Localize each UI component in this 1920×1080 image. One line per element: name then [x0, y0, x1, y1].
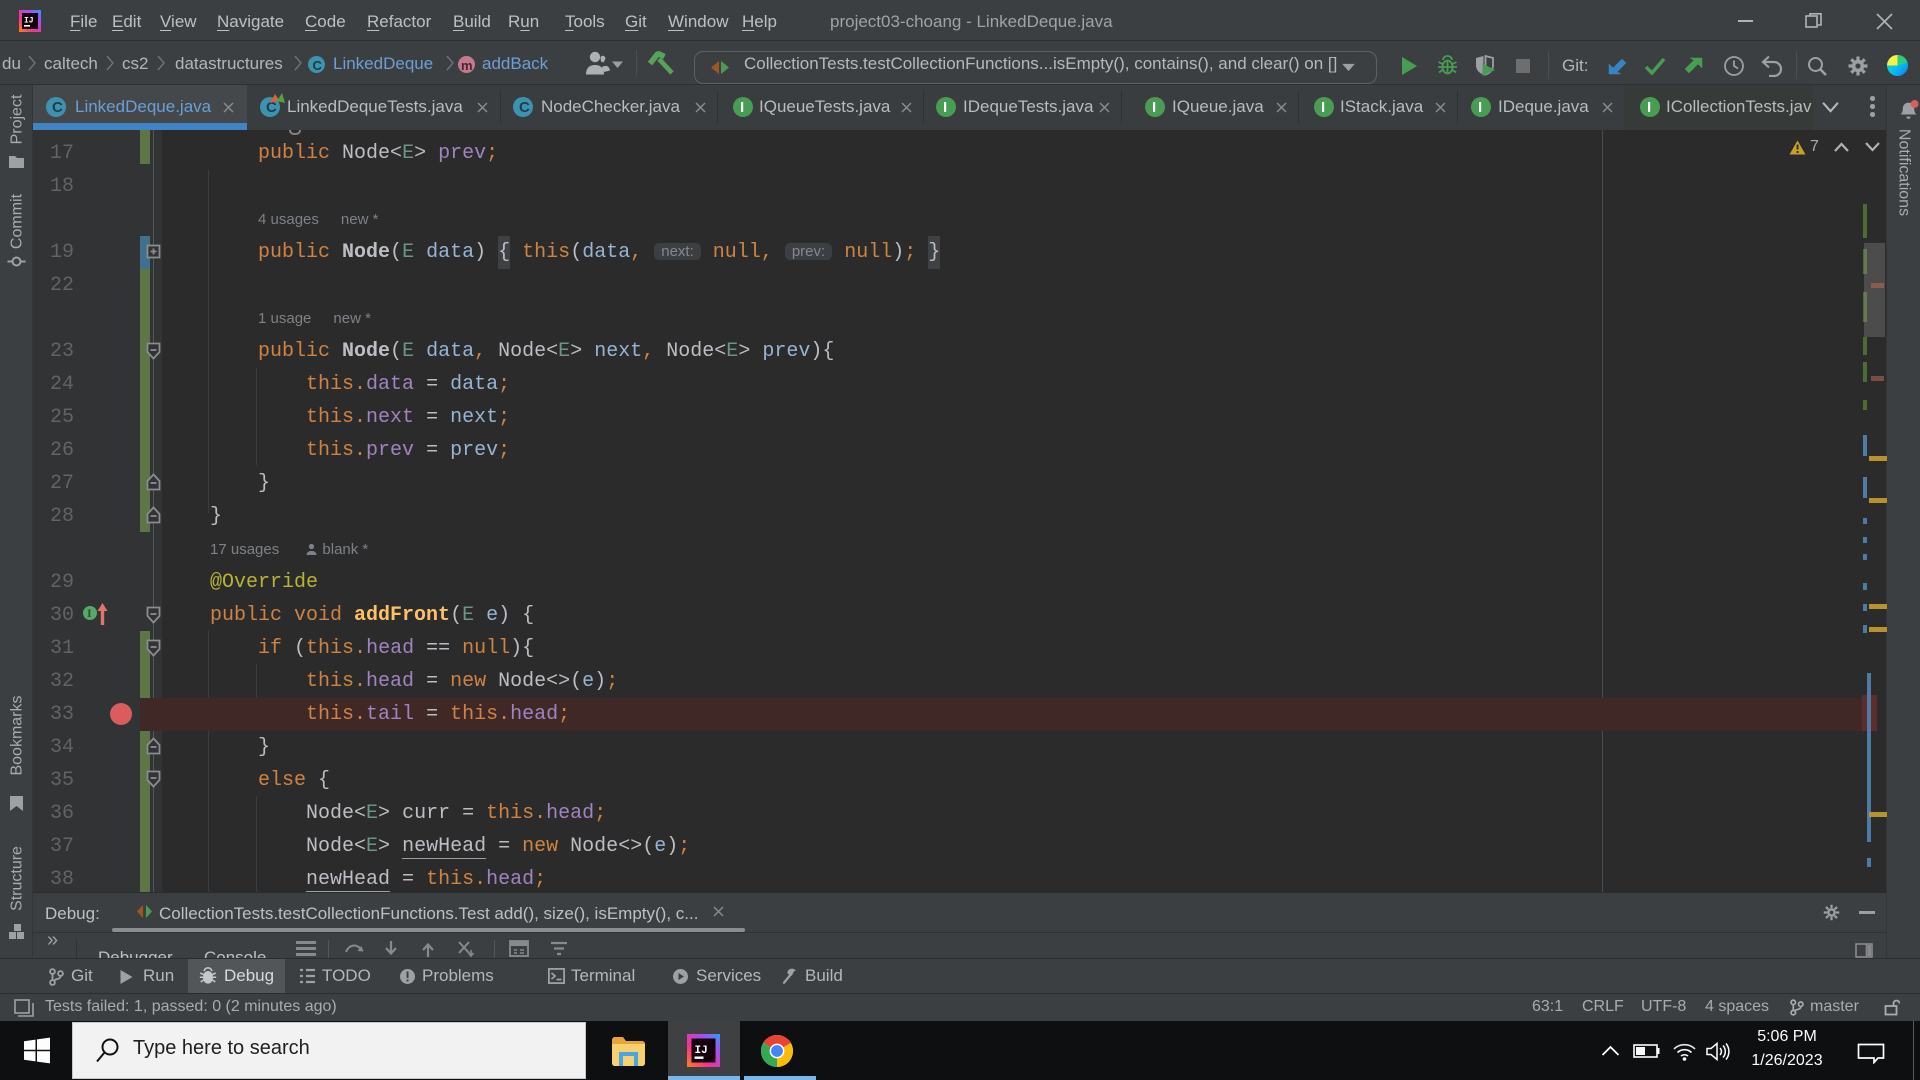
svg-text:IJ: IJ	[24, 17, 34, 26]
svg-text:IJ: IJ	[695, 1045, 708, 1057]
